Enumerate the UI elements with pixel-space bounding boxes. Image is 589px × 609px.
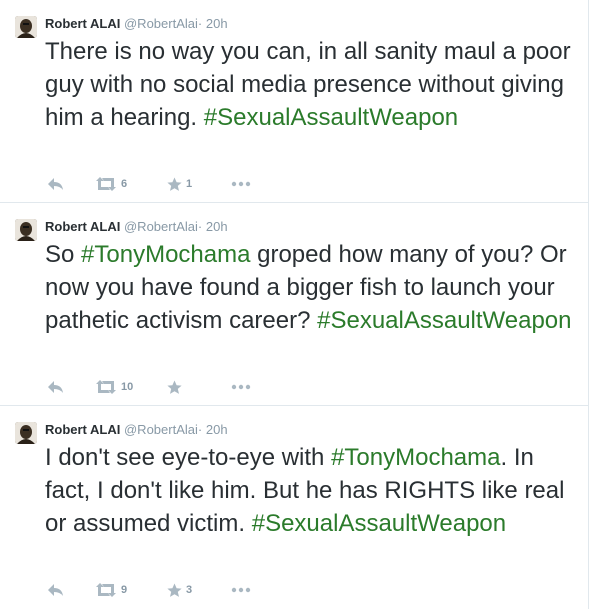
author-handle[interactable]: @RobertAlai: [124, 16, 198, 31]
retweet-button[interactable]: 9: [95, 581, 127, 599]
reply-button[interactable]: [47, 378, 64, 396]
favorite-button[interactable]: [167, 378, 186, 396]
tweet-text: I don't see eye-to-eye with #TonyMochama…: [45, 441, 575, 540]
star-icon: [167, 380, 182, 395]
separator: ·: [197, 16, 203, 31]
star-icon: [167, 583, 182, 598]
retweet-icon: [95, 177, 117, 191]
author-handle[interactable]: @RobertAlai: [124, 219, 198, 234]
tweet-actions: 9 3: [45, 581, 345, 599]
star-icon: [167, 177, 182, 192]
more-button[interactable]: [231, 378, 251, 396]
favorite-button[interactable]: 3: [167, 581, 192, 599]
reply-icon: [47, 177, 64, 191]
tweet-text-segment: I don't see eye-to-eye with: [45, 444, 332, 471]
tweet[interactable]: Robert ALAI @RobertAlai· 20h I don't see…: [0, 406, 589, 609]
avatar[interactable]: [15, 422, 37, 444]
hashtag-link[interactable]: #TonyMochama: [81, 241, 250, 268]
hashtag-link[interactable]: #SexualAssaultWeapon: [204, 104, 458, 131]
more-icon: [231, 384, 251, 390]
more-icon: [231, 587, 251, 593]
retweet-count: 6: [121, 178, 128, 190]
author-name[interactable]: Robert ALAI: [45, 219, 120, 234]
tweet-text-segment: So: [45, 241, 82, 268]
separator: ·: [197, 422, 203, 437]
tweet-header: Robert ALAI @RobertAlai· 20h: [45, 218, 228, 236]
retweet-icon: [95, 583, 117, 597]
hashtag-link[interactable]: #TonyMochama: [331, 444, 500, 471]
retweet-count: 10: [121, 381, 134, 393]
more-icon: [231, 181, 251, 187]
author-handle[interactable]: @RobertAlai: [124, 422, 198, 437]
tweet-header: Robert ALAI @RobertAlai· 20h: [45, 421, 228, 439]
tweet-time[interactable]: 20h: [206, 16, 228, 31]
tweet-text: There is no way you can, in all sanity m…: [45, 35, 575, 134]
favorite-count: 1: [186, 178, 193, 190]
author-name[interactable]: Robert ALAI: [45, 422, 120, 437]
hashtag-link[interactable]: #SexualAssaultWeapon: [317, 307, 571, 334]
retweet-icon: [95, 380, 117, 394]
avatar[interactable]: [15, 16, 37, 38]
retweet-button[interactable]: 6: [95, 175, 127, 193]
tweet-text: So #TonyMochama groped how many of you? …: [45, 238, 575, 337]
tweet-header: Robert ALAI @RobertAlai· 20h: [45, 15, 228, 33]
tweet[interactable]: Robert ALAI @RobertAlai· 20h There is no…: [0, 0, 589, 203]
tweet-actions: 6 1: [45, 175, 345, 193]
favorite-count: 3: [186, 584, 193, 596]
author-name[interactable]: Robert ALAI: [45, 16, 120, 31]
more-button[interactable]: [231, 581, 251, 599]
reply-button[interactable]: [47, 175, 64, 193]
hashtag-link[interactable]: #SexualAssaultWeapon: [252, 510, 506, 537]
retweet-count: 9: [121, 584, 128, 596]
avatar[interactable]: [15, 219, 37, 241]
reply-button[interactable]: [47, 581, 64, 599]
tweet-actions: 10: [45, 378, 345, 396]
tweet-time[interactable]: 20h: [206, 219, 228, 234]
reply-icon: [47, 583, 64, 597]
retweet-button[interactable]: 10: [95, 378, 133, 396]
tweet[interactable]: Robert ALAI @RobertAlai· 20h So #TonyMoc…: [0, 203, 589, 406]
reply-icon: [47, 380, 64, 394]
favorite-button[interactable]: 1: [167, 175, 192, 193]
separator: ·: [197, 219, 203, 234]
tweet-timeline: Robert ALAI @RobertAlai· 20h There is no…: [0, 0, 589, 609]
more-button[interactable]: [231, 175, 251, 193]
tweet-time[interactable]: 20h: [206, 422, 228, 437]
